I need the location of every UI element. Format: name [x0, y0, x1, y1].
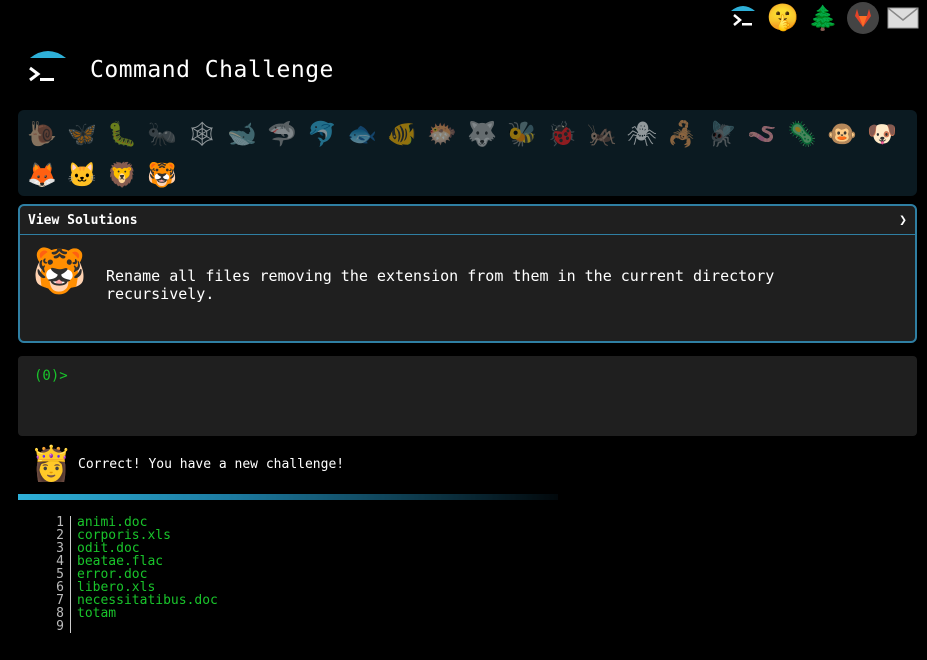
file-listing: 1 animi.doc 2 corporis.xls 3 odit.doc 4 beatae.… [40, 516, 218, 633]
animal-challenge-icon[interactable]: 🐱 [62, 155, 102, 195]
animal-challenge-icon[interactable]: 🐌 [22, 114, 62, 154]
animal-challenge-icon[interactable]: 🦗 [582, 114, 622, 154]
animal-challenge-icon[interactable]: 🦊 [22, 155, 62, 195]
animal-challenge-icon[interactable]: 🐬 [302, 114, 342, 154]
page-title: Command Challenge [90, 57, 334, 83]
view-solutions-label: View Solutions [28, 212, 138, 228]
tiger-avatar-icon: 🐯 [32, 246, 87, 297]
animal-challenge-icon[interactable]: 🪰 [702, 114, 742, 154]
gitlab-fox-icon[interactable] [847, 2, 879, 34]
file-name: totam [77, 606, 117, 621]
evergreen-tree-icon[interactable]: 🌲 [807, 2, 839, 34]
animal-challenge-icon[interactable]: 🕷 [622, 114, 662, 154]
animal-challenge-icon[interactable]: 🐺 [462, 114, 502, 154]
animal-challenge-icon[interactable]: 🐛 [102, 114, 142, 154]
animal-challenge-icon[interactable]: 🐋 [222, 114, 262, 154]
animal-challenge-icon[interactable]: 🐟 [342, 114, 382, 154]
listing-row: 9 [40, 620, 218, 633]
listing-row: 8 totam [40, 607, 218, 620]
animal-challenge-icon[interactable]: 🐯 [142, 155, 182, 195]
progress-bar [18, 494, 558, 500]
file-name [71, 620, 77, 633]
animal-challenge-icon[interactable]: 🪱 [742, 114, 782, 154]
animal-challenge-icon[interactable]: 🦁 [102, 155, 142, 195]
animal-challenge-icon[interactable]: 🦈 [262, 114, 302, 154]
terminal-prompt: (0)> [34, 368, 68, 384]
line-number: 9 [40, 620, 71, 633]
terminal-logo-icon[interactable] [26, 48, 70, 92]
animal-challenge-icon[interactable]: 🦠 [782, 114, 822, 154]
animal-challenge-icon[interactable]: 🐶 [862, 114, 902, 154]
animal-challenge-icon[interactable]: 🐝 [502, 114, 542, 154]
animal-challenge-icon[interactable]: 🐜 [142, 114, 182, 154]
chevron-right-icon: ❯ [899, 212, 907, 228]
challenge-description: Rename all files removing the extension … [106, 267, 775, 303]
feedback-text: Correct! You have a new challenge! [78, 456, 345, 472]
animal-challenge-icon[interactable]: 🕸 [182, 114, 222, 154]
view-solutions-toggle[interactable]: View Solutions ❯ [20, 206, 915, 235]
shushing-face-icon[interactable]: 🤫 [767, 2, 799, 34]
page-header: Command Challenge [26, 48, 334, 92]
mail-icon[interactable] [887, 2, 919, 34]
animal-challenge-icon[interactable]: 🐡 [422, 114, 462, 154]
listing-row: 7 necessitatibus.doc [40, 594, 218, 607]
top-icon-bar: 🤫 🌲 [727, 2, 919, 34]
feedback-message: 👸 Correct! You have a new challenge! [30, 444, 344, 484]
animal-challenge-icon[interactable]: 🦋 [62, 114, 102, 154]
terminal-icon[interactable] [727, 2, 759, 34]
challenge-animal-grid: 🐌 🦋 🐛 🐜 🕸 🐋 🦈 🐬 🐟 🐠 🐡 🐺 🐝 🐞 🦗 🕷 🦂 🪰 🪱 🦠 🐵 🐶 🦊 🐱 🦁 🐯 [18, 110, 917, 196]
princess-avatar-icon: 👸 [30, 444, 73, 484]
animal-challenge-icon[interactable]: 🐵 [822, 114, 862, 154]
challenge-panel: View Solutions ❯ 🐯 Rename all files remo… [18, 204, 917, 343]
terminal-input[interactable]: (0)> [18, 356, 917, 436]
animal-challenge-icon[interactable]: 🐠 [382, 114, 422, 154]
animal-challenge-icon[interactable]: 🐞 [542, 114, 582, 154]
animal-challenge-icon[interactable]: 🦂 [662, 114, 702, 154]
